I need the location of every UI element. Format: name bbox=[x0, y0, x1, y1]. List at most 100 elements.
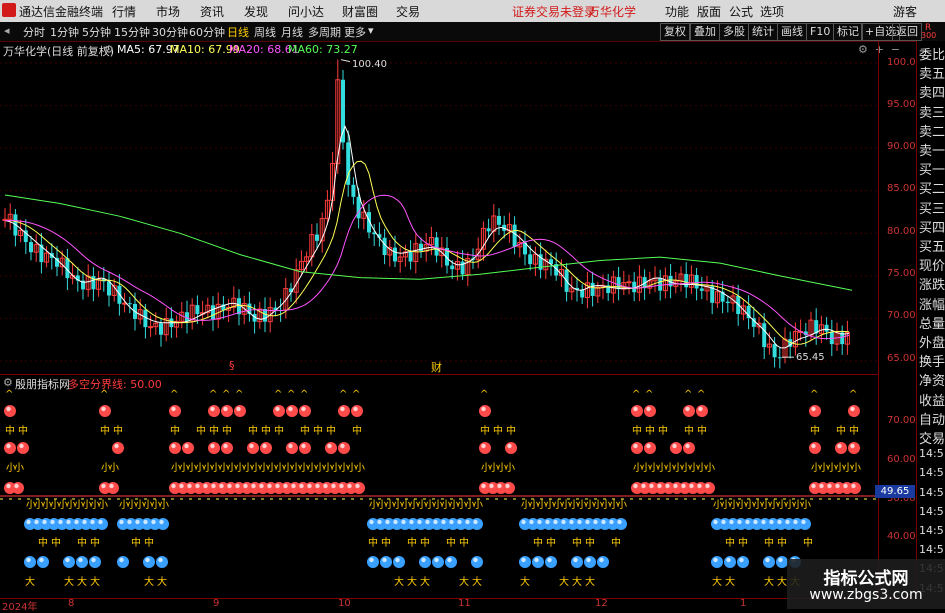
ind-y-tick: 60.00 bbox=[887, 454, 916, 465]
kline-chart[interactable]: 万华化学(日线 前复权) ⚙ MA5: 67.97 MA10: 67.99 MA… bbox=[0, 41, 900, 375]
small-glyph: 小 bbox=[505, 462, 515, 474]
button-huaxian[interactable]: 画线 bbox=[777, 23, 807, 41]
menu-item-jiaoyi[interactable]: 交易 bbox=[396, 3, 420, 20]
ma5-line bbox=[4, 124, 850, 349]
bear-ball bbox=[380, 556, 392, 568]
bull-ball bbox=[234, 405, 246, 417]
button-diejia[interactable]: 叠加 bbox=[690, 23, 720, 41]
settings-icon[interactable]: ⚙ bbox=[858, 43, 868, 56]
candle-body-down bbox=[408, 251, 413, 262]
bull-ball bbox=[182, 442, 194, 454]
menu-item-xuanxiang[interactable]: 选项 bbox=[760, 3, 784, 20]
quote-label: 收益 bbox=[919, 393, 945, 409]
quote-label: 涨幅 bbox=[919, 297, 945, 313]
bear-ball bbox=[799, 518, 811, 530]
tab-period-monthly[interactable]: 月线 bbox=[281, 24, 303, 40]
bull-ball bbox=[17, 442, 29, 454]
menu-item-banmian[interactable]: 版面 bbox=[697, 3, 721, 20]
tab-period-5min[interactable]: 5分钟 bbox=[82, 24, 111, 40]
bear-ball bbox=[76, 556, 88, 568]
candle-body-down bbox=[107, 281, 111, 296]
tab-period-weekly[interactable]: 周线 bbox=[254, 24, 276, 40]
quote-label: 买三 bbox=[919, 201, 945, 217]
bull-ball bbox=[809, 442, 821, 454]
candle-body-down bbox=[211, 305, 215, 320]
big-glyph: 大 bbox=[712, 575, 722, 588]
candle-body-down bbox=[434, 237, 439, 256]
menu-item-caifuquan[interactable]: 财富圈 bbox=[342, 3, 378, 20]
quote-label: 换手 bbox=[919, 355, 945, 371]
quote-label: 委比 bbox=[919, 48, 945, 63]
candle-body-down bbox=[528, 254, 533, 265]
caret-glyph: ^ bbox=[209, 389, 217, 400]
toolbar-left-arrow-icon[interactable]: ◂ bbox=[4, 24, 10, 37]
button-fuquan[interactable]: 复权 bbox=[660, 23, 690, 41]
tab-period-daily[interactable]: 日线 bbox=[227, 24, 249, 40]
tab-period-60min[interactable]: 60分钟 bbox=[189, 24, 225, 40]
y-tick: 85.00 bbox=[887, 183, 916, 194]
caret-glyph: ^ bbox=[352, 389, 360, 400]
menu-item-gongshi[interactable]: 公式 bbox=[729, 3, 753, 20]
x-tick: 12 bbox=[595, 598, 608, 609]
y-tick: 65.00 bbox=[887, 353, 916, 364]
button-biaoji[interactable]: 标记 bbox=[833, 23, 863, 41]
bull-ball bbox=[260, 442, 272, 454]
x-tick: 9 bbox=[213, 598, 220, 609]
price-axis: 100.0 95.00 90.00 85.00 80.00 75.00 70.0… bbox=[875, 41, 917, 598]
tab-period-more[interactable]: 更多 bbox=[344, 24, 366, 40]
event-marker-dividend[interactable]: § bbox=[229, 359, 235, 372]
indicator-gear-icon[interactable]: ⚙ bbox=[3, 376, 13, 389]
site-watermark: 指标公式网 www.zbgs3.com bbox=[787, 559, 945, 609]
mid-glyph: 中 bbox=[849, 424, 859, 437]
button-tongji[interactable]: 统计 bbox=[748, 23, 778, 41]
candle-body-down bbox=[725, 301, 730, 304]
caret-glyph: ^ bbox=[810, 389, 818, 400]
bull-ball bbox=[631, 405, 643, 417]
button-f10[interactable]: F10 bbox=[806, 23, 835, 41]
mid-glyph: 中 bbox=[77, 536, 87, 549]
settings-gear-icon[interactable]: ⚙ bbox=[104, 43, 114, 56]
button-back[interactable]: 返回 bbox=[892, 23, 922, 41]
menu-item-gongneng[interactable]: 功能 bbox=[665, 3, 689, 20]
bear-ball bbox=[143, 556, 155, 568]
menu-item-hangqing[interactable]: 行情 bbox=[112, 3, 136, 20]
quote-label: 买二 bbox=[919, 182, 945, 198]
menu-item-faxian[interactable]: 发现 bbox=[244, 3, 268, 20]
bear-ball bbox=[615, 518, 627, 530]
more-chevron-icon[interactable]: ▾ bbox=[368, 24, 374, 37]
mid-glyph: 中 bbox=[658, 424, 668, 437]
high-price-annotation: 100.40 bbox=[352, 59, 387, 70]
tab-period-multi[interactable]: 多周期 bbox=[308, 24, 341, 40]
bear-ball bbox=[63, 556, 75, 568]
user-label[interactable]: 游客 bbox=[893, 3, 917, 20]
candle-body-up bbox=[148, 326, 154, 329]
mid-glyph: 中 bbox=[131, 536, 141, 549]
bear-ball bbox=[367, 556, 379, 568]
caret-glyph: ^ bbox=[235, 389, 243, 400]
bull-ball bbox=[683, 442, 695, 454]
small-glyph: 小 bbox=[851, 462, 861, 474]
event-marker-financial[interactable]: 财 bbox=[431, 359, 442, 375]
bull-ball bbox=[644, 442, 656, 454]
bear-ball bbox=[419, 556, 431, 568]
button-duogu[interactable]: 多股 bbox=[719, 23, 749, 41]
candle-body-down bbox=[684, 274, 689, 288]
candle-body-down bbox=[29, 242, 33, 253]
menu-item-zixun[interactable]: 资讯 bbox=[200, 3, 224, 20]
mid-glyph: 中 bbox=[810, 424, 820, 437]
tab-period-30min[interactable]: 30分钟 bbox=[152, 24, 188, 40]
quote-label: 14:5 bbox=[919, 466, 944, 480]
bull-ball bbox=[4, 442, 16, 454]
tab-period-15min[interactable]: 15分钟 bbox=[114, 24, 150, 40]
bear-ball bbox=[117, 556, 129, 568]
tab-period-1min[interactable]: 1分钟 bbox=[50, 24, 79, 40]
bull-ball bbox=[670, 442, 682, 454]
caret-glyph: ^ bbox=[645, 389, 653, 400]
menu-item-shichang[interactable]: 市场 bbox=[156, 3, 180, 20]
tab-period-fenshi[interactable]: 分时 bbox=[23, 24, 45, 40]
big-glyph: 大 bbox=[572, 575, 582, 588]
menu-item-wenxiaoda[interactable]: 问小达 bbox=[288, 3, 324, 20]
indicator-panel[interactable]: 小小中中 ^ 小小中中 ^ 小小小小小小小小小小小小小小小小小小小小小小小小中中中中中中… bbox=[0, 374, 878, 599]
bear-ball bbox=[37, 556, 49, 568]
login-status[interactable]: 证券交易未登录 bbox=[512, 3, 596, 20]
